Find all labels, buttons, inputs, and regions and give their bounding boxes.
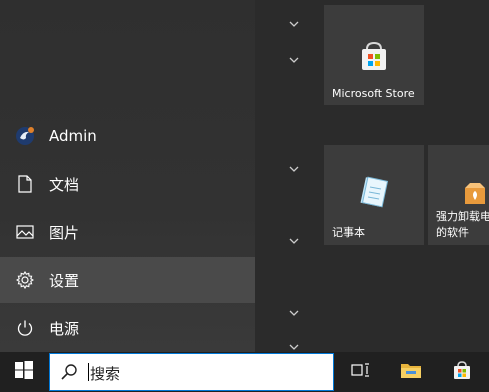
tile-microsoft-store[interactable]: Microsoft Store [324,5,424,105]
start-button[interactable] [0,352,48,392]
user-avatar-icon [14,125,36,147]
store-taskbar-button[interactable] [442,352,482,392]
rail-item-documents[interactable]: 文档 [0,161,255,207]
group-collapse-chevron-icon[interactable] [286,54,302,66]
search-box[interactable]: 搜索 [49,353,334,391]
rail-item-label-account: Admin [49,127,97,145]
tile-uninstaller[interactable]: 强力卸载电 的软件 [428,145,489,245]
group-collapse-chevron-icon[interactable] [286,307,302,319]
store-icon [452,360,472,384]
group-collapse-chevron-icon[interactable] [286,163,302,175]
task-view-icon [351,362,371,382]
task-view-button[interactable] [341,352,381,392]
start-icon [15,361,33,383]
group-collapse-chevron-icon[interactable] [286,235,302,247]
rail-item-pictures[interactable]: 图片 [0,209,255,255]
rail-item-label-power: 电源 [49,319,80,338]
rail-item-settings[interactable]: 设置 [0,257,255,303]
rail-item-label-pictures: 图片 [49,223,80,242]
pictures-icon [14,221,36,243]
store-bag-icon [358,40,390,76]
text-caret [88,363,89,381]
group-collapse-chevron-icon[interactable] [286,18,302,30]
rail-item-account[interactable]: Admin [0,113,255,159]
search-placeholder: 搜索 [90,365,121,383]
file-explorer-icon [400,361,422,383]
taskbar: 搜索 [0,352,489,392]
uninstaller-box-icon [462,180,488,210]
power-icon [14,317,36,339]
document-icon [14,173,36,195]
tile-label-line2: 的软件 [436,226,469,239]
rail-item-label-settings: 设置 [49,271,80,290]
tile-label-line1: 强力卸载电 [436,210,489,223]
start-menu: Admin 文档 图片 设置 电源 Microsoft Store 记事本 强力… [0,0,489,352]
tile-notepad[interactable]: 记事本 [324,145,424,245]
search-icon [60,363,78,381]
rail-item-power[interactable]: 电源 [0,305,255,351]
tile-label: Microsoft Store [332,87,415,100]
rail-item-label-documents: 文档 [49,175,80,194]
start-left-rail: Admin 文档 图片 设置 电源 [0,0,255,352]
tile-label: 记事本 [332,226,365,239]
file-explorer-button[interactable] [391,352,431,392]
notepad-icon [358,175,390,213]
gear-icon [14,269,36,291]
